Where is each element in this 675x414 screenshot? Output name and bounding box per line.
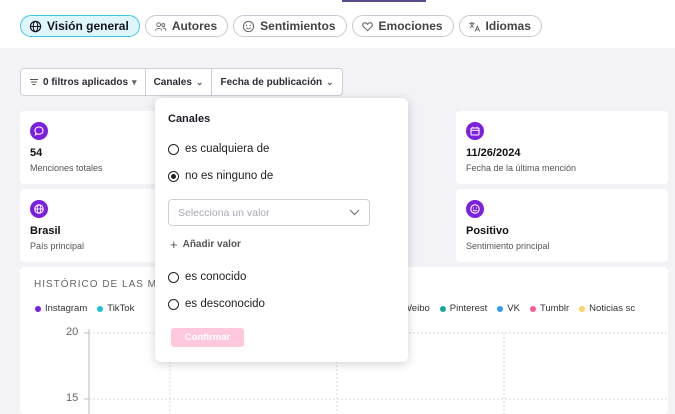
channels-filter-button[interactable]: Canales ⌄ [146, 69, 213, 95]
tab-sentimientos[interactable]: Sentimientos [233, 15, 347, 37]
translate-icon [468, 21, 480, 32]
tab-vision-general[interactable]: Visión general [20, 15, 140, 37]
panel-title: Canales [168, 113, 211, 125]
globe-icon [29, 20, 42, 32]
tab-label: Idiomas [485, 19, 531, 33]
tab-label: Autores [171, 19, 218, 33]
tab-label: Visión general [47, 19, 129, 33]
globe-icon [30, 200, 48, 218]
chat-icon [30, 122, 48, 140]
add-value-button[interactable]: + Añadir valor [170, 237, 241, 252]
radio-is-none-of[interactable]: no es ninguno de [168, 170, 273, 182]
smile-icon [243, 20, 255, 32]
applied-filters-button[interactable]: 0 filtros aplicados ▾ [21, 69, 146, 95]
smile-icon [466, 200, 484, 218]
caret-down-icon: ▾ [132, 76, 137, 87]
applied-filters-label: 0 filtros aplicados [43, 76, 129, 88]
stat-label: País principal [30, 241, 85, 251]
radio-is-unknown[interactable]: es desconocido [168, 298, 265, 310]
date-filter-button[interactable]: Fecha de publicación ⌄ [212, 69, 341, 95]
active-tab-indicator [342, 0, 426, 2]
stat-value: Brasil [30, 225, 61, 237]
filter-bar: 0 filtros aplicados ▾ Canales ⌄ Fecha de… [20, 68, 343, 96]
stat-value: 54 [30, 147, 43, 159]
channels-filter-label: Canales [153, 76, 192, 88]
tab-bar: Visión general Autores Sentimientos Emoc… [20, 15, 542, 37]
confirm-button[interactable]: Confirmar [171, 328, 244, 347]
stat-card-sentiment: Positivo Sentimiento principal [456, 189, 668, 262]
stat-card-last-mention: 11/26/2024 Fecha de la última mención [456, 111, 668, 184]
calendar-icon [466, 122, 484, 140]
users-icon [154, 21, 167, 31]
value-select[interactable]: Selecciona un valor [168, 199, 370, 226]
date-filter-label: Fecha de publicación [220, 76, 323, 88]
stat-value: Positivo [466, 225, 509, 237]
radio-is-known[interactable]: es conocido [168, 271, 246, 283]
radio-circle [168, 298, 179, 310]
stat-card-country: Brasil País principal [20, 189, 158, 262]
radio-label: es conocido [185, 271, 247, 283]
radio-is-any-of[interactable]: es cualquiera de [168, 143, 269, 155]
radio-circle [168, 271, 179, 283]
add-value-label: Añadir valor [182, 239, 241, 250]
tab-label: Emociones [378, 19, 443, 33]
tab-autores[interactable]: Autores [144, 15, 229, 37]
heart-icon [361, 21, 373, 31]
tab-label: Sentimientos [260, 19, 336, 33]
chevron-down-icon: ⌄ [195, 76, 204, 87]
stat-card-mentions: 54 Menciones totales [20, 111, 158, 184]
tab-emociones[interactable]: Emociones [351, 15, 454, 37]
radio-label: no es ninguno de [185, 170, 274, 182]
radio-label: es cualquiera de [185, 143, 270, 155]
stat-value: 11/26/2024 [466, 147, 521, 159]
select-placeholder: Selecciona un valor [178, 206, 270, 219]
radio-label: es desconocido [185, 298, 265, 310]
plus-icon: + [170, 237, 178, 252]
stat-label: Menciones totales [30, 163, 103, 173]
channels-filter-panel: Canales es cualquiera de no es ninguno d… [155, 98, 408, 362]
stat-label: Sentimiento principal [466, 241, 550, 251]
stat-label: Fecha de la última mención [466, 163, 577, 173]
radio-circle [168, 143, 179, 155]
chevron-down-icon: ⌄ [326, 76, 334, 87]
chevron-down-icon [349, 209, 360, 216]
radio-circle-checked [168, 170, 179, 182]
filter-icon [30, 79, 38, 85]
tab-idiomas[interactable]: Idiomas [458, 15, 542, 37]
